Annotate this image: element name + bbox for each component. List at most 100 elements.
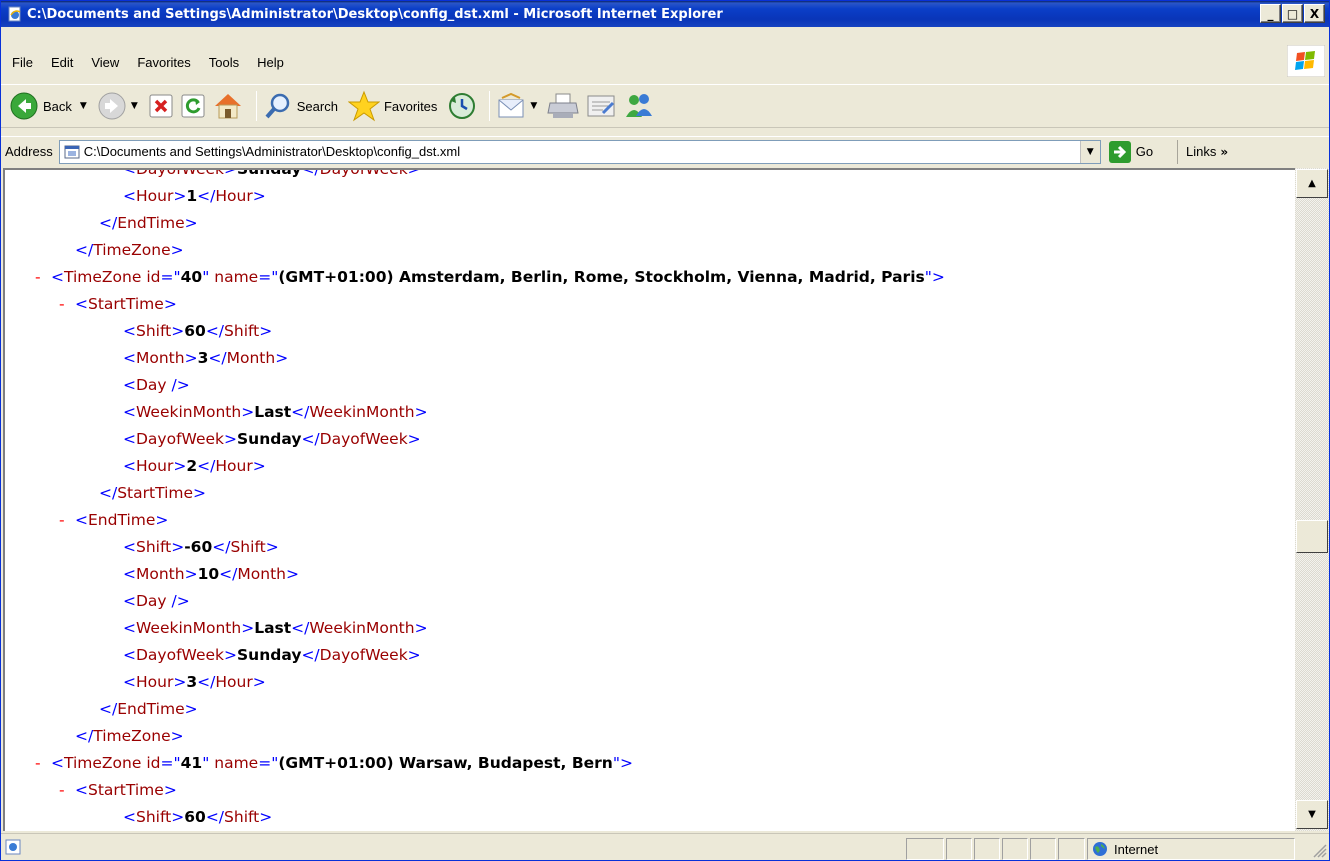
address-input[interactable] — [83, 144, 1084, 159]
menu-edit[interactable]: Edit — [42, 55, 82, 70]
print-icon — [547, 93, 579, 118]
xml-bracket: /> — [166, 376, 190, 394]
xml-line: <Hour>2</Hour> — [5, 453, 1295, 480]
xml-bracket: </ — [75, 727, 94, 745]
xml-node: <StartTime> — [75, 777, 177, 804]
xml-line: <Day /> — [5, 588, 1295, 615]
favorites-label: Favorites — [383, 98, 438, 114]
collapse-toggle[interactable]: - — [59, 507, 65, 534]
resize-grip-icon[interactable] — [1311, 842, 1327, 858]
xml-tag: DayofWeek — [136, 168, 225, 178]
close-button[interactable]: X — [1304, 4, 1325, 23]
back-dropdown-icon[interactable]: ▼ — [80, 101, 87, 111]
menu-file[interactable]: File — [3, 55, 42, 70]
xml-bracket: > — [285, 565, 299, 583]
scroll-down-button[interactable]: ▼ — [1296, 800, 1328, 829]
scroll-up-button[interactable]: ▲ — [1296, 169, 1328, 198]
xml-text: Last — [254, 403, 292, 421]
xml-tag: Hour — [215, 187, 253, 205]
collapse-toggle[interactable]: - — [59, 777, 65, 804]
history-button[interactable] — [447, 91, 477, 121]
collapse-toggle[interactable]: - — [35, 264, 41, 291]
xml-bracket: > — [224, 168, 238, 178]
xml-tag: Day — [136, 592, 167, 610]
xml-text: 2 — [186, 457, 198, 475]
edit-icon — [587, 95, 615, 117]
xml-bracket: > — [184, 565, 198, 583]
scrollbar-thumb[interactable] — [1296, 520, 1328, 553]
xml-text: Sunday — [237, 430, 302, 448]
xml-line: <Day /> — [5, 372, 1295, 399]
toolbar-separator — [255, 91, 257, 121]
internet-zone-icon — [1093, 842, 1107, 856]
xml-bracket: < — [75, 781, 88, 799]
messenger-button[interactable] — [623, 91, 655, 121]
menu-favorites[interactable]: Favorites — [128, 55, 199, 70]
xml-node: </EndTime> — [99, 210, 198, 237]
xml-node: </TimeZone> — [75, 237, 184, 264]
xml-line: - <StartTime> — [5, 777, 1295, 804]
xml-line: <Month>10</Month> — [5, 561, 1295, 588]
forward-button[interactable]: ▼ — [97, 91, 142, 121]
xml-bracket: </ — [301, 430, 320, 448]
menu-help[interactable]: Help — [248, 55, 293, 70]
links-chevron-icon[interactable]: » — [1220, 145, 1228, 159]
xml-bracket: </ — [301, 646, 320, 664]
forward-dropdown-icon[interactable]: ▼ — [131, 101, 138, 111]
xml-tag: Hour — [215, 457, 253, 475]
xml-bracket: </ — [197, 457, 216, 475]
address-label: Address — [5, 144, 53, 159]
back-button[interactable]: Back ▼ — [9, 91, 91, 121]
xml-bracket: < — [75, 295, 88, 313]
xml-bracket: </ — [208, 349, 227, 367]
xml-tag: TimeZone — [93, 727, 171, 745]
mail-dropdown-icon[interactable]: ▼ — [530, 101, 537, 111]
menu-view[interactable]: View — [82, 55, 128, 70]
minimize-button[interactable]: _ — [1260, 4, 1281, 23]
xml-eq: =" — [258, 268, 279, 286]
xml-bracket: < — [123, 808, 136, 826]
stop-icon — [149, 94, 173, 118]
mail-button[interactable]: ▼ — [496, 92, 541, 120]
xml-tag: Shift — [136, 322, 172, 340]
xml-text: 3 — [197, 349, 209, 367]
xml-tag: DayofWeek — [319, 430, 408, 448]
stop-button[interactable] — [148, 93, 174, 119]
collapse-toggle[interactable]: - — [35, 750, 41, 777]
search-button[interactable]: Search — [263, 91, 342, 121]
xml-tag: TimeZone — [64, 268, 142, 286]
xml-bracket: > — [184, 214, 198, 232]
xml-document-view[interactable]: <DayofWeek>Sunday</DayofWeek> <Hour>1</Ho… — [3, 168, 1295, 831]
favorites-button[interactable]: Favorites — [347, 90, 441, 122]
xml-value: 40 — [180, 268, 203, 286]
xml-bracket: > — [252, 187, 266, 205]
vertical-scrollbar[interactable]: ▲ ▼ — [1295, 168, 1329, 831]
xml-node: </EndTime> — [99, 696, 198, 723]
xml-line: </TimeZone> — [5, 237, 1295, 264]
status-cell — [974, 838, 1000, 860]
xml-node: <Shift>-60</Shift> — [123, 534, 279, 561]
xml-bracket: </ — [291, 403, 310, 421]
address-field[interactable]: ▼ — [58, 139, 1101, 164]
xml-bracket: < — [123, 430, 136, 448]
links-button[interactable]: Links — [1186, 144, 1216, 159]
print-button[interactable] — [547, 91, 579, 121]
maximize-button[interactable]: □ — [1282, 4, 1303, 23]
xml-node: <Hour>3</Hour> — [123, 669, 266, 696]
address-dropdown-button[interactable]: ▼ — [1079, 140, 1100, 163]
xml-bracket: > — [414, 403, 428, 421]
xml-bracket: < — [123, 592, 136, 610]
ie-page-icon — [8, 6, 21, 22]
collapse-toggle[interactable]: - — [59, 291, 65, 318]
xml-line: </EndTime> — [5, 210, 1295, 237]
edit-button[interactable] — [585, 91, 617, 121]
xml-bracket: > — [224, 430, 238, 448]
xml-bracket: > — [275, 349, 289, 367]
go-button[interactable]: Go — [1108, 140, 1153, 163]
xml-bracket: > — [171, 322, 185, 340]
refresh-button[interactable] — [180, 93, 206, 119]
xml-node: <DayofWeek>Sunday</DayofWeek> — [123, 642, 421, 669]
home-button[interactable] — [212, 91, 244, 121]
menu-tools[interactable]: Tools — [200, 55, 248, 70]
title-bar[interactable]: C:\Documents and Settings\Administrator\… — [1, 1, 1329, 27]
